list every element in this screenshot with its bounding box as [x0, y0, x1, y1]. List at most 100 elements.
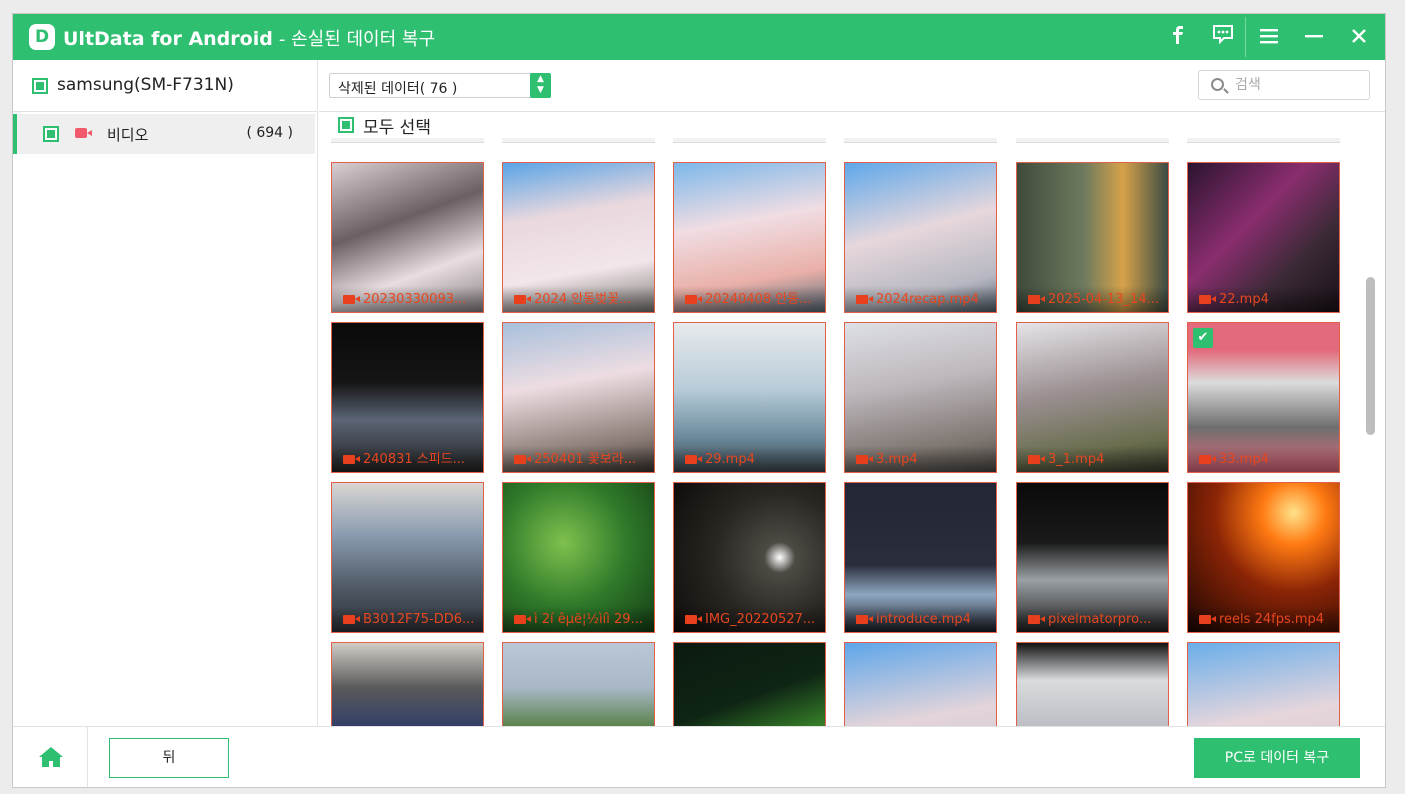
video-icon: [856, 295, 873, 304]
video-thumbnail[interactable]: 3.mp4: [844, 322, 997, 473]
recover-to-pc-button[interactable]: PC로 데이터 복구: [1194, 738, 1360, 778]
file-name: 2024recap.mp4: [876, 292, 979, 307]
video-thumbnail[interactable]: 22.mp4: [1187, 162, 1340, 313]
minimize-icon[interactable]: [1299, 22, 1329, 52]
video-icon: [514, 615, 531, 624]
video-thumbnail[interactable]: introduce.mp4: [844, 482, 997, 633]
content-toolbar: 삭제된 데이터( 76 ) ▲ ▼: [319, 60, 1385, 112]
video-thumbnail[interactable]: 2024 안동벚꽃...: [502, 162, 655, 313]
tile-edge: [331, 138, 484, 143]
device-name: samsung(SM-F731N): [57, 75, 234, 95]
file-name: 3_1.mp4: [1048, 452, 1105, 467]
sidebar-item-video[interactable]: 비디오 ( 694 ): [13, 114, 315, 154]
video-thumbnail[interactable]: 240831 스피드...: [331, 322, 484, 473]
video-thumbnail[interactable]: [502, 642, 655, 726]
video-icon: [343, 455, 360, 464]
file-name: 29.mp4: [705, 452, 755, 467]
tile-edge: [673, 138, 826, 143]
app-title: UltData for Android - 손실된 데이터 복구: [63, 25, 435, 51]
home-button[interactable]: [13, 727, 88, 787]
video-thumbnail[interactable]: IMG_20220527...: [673, 482, 826, 633]
file-name: 240831 스피드...: [363, 452, 466, 467]
tile-edge: [502, 138, 655, 143]
thumbnail-caption: 22.mp4: [1188, 286, 1339, 312]
video-thumbnail[interactable]: 20230330093...: [331, 162, 484, 313]
device-row[interactable]: samsung(SM-F731N): [13, 60, 318, 112]
video-icon: [343, 295, 360, 304]
app-logo-icon: D: [29, 24, 55, 50]
search-icon: [1211, 78, 1224, 91]
thumbnail-caption: introduce.mp4: [845, 606, 996, 632]
scrollbar-thumb[interactable]: [1366, 277, 1375, 435]
thumbnail-caption: 240831 스피드...: [332, 446, 483, 472]
video-icon: [1028, 455, 1045, 464]
thumbnail-caption: 3_1.mp4: [1017, 446, 1168, 472]
chevron-updown-icon[interactable]: ▲ ▼: [530, 73, 551, 98]
video-thumbnail[interactable]: 29.mp4: [673, 322, 826, 473]
video-thumbnail[interactable]: reels 24fps.mp4: [1187, 482, 1340, 633]
video-icon: [1199, 615, 1216, 624]
video-icon: [685, 295, 702, 304]
video-icon: [343, 615, 360, 624]
thumbnail-caption: 2024 안동벚꽃...: [503, 286, 654, 312]
thumbnail-caption: 3.mp4: [845, 446, 996, 472]
video-icon: [1028, 615, 1045, 624]
video-icon: [1199, 295, 1216, 304]
video-thumbnail[interactable]: [331, 642, 484, 726]
file-name: B3012F75-DD6...: [363, 612, 475, 627]
feedback-icon[interactable]: [1208, 22, 1238, 52]
bottom-bar: 뒤 PC로 데이터 복구: [13, 726, 1385, 787]
data-filter-select[interactable]: 삭제된 데이터( 76 ) ▲ ▼: [329, 73, 551, 98]
video-camera-icon: [75, 128, 92, 138]
video-thumbnail[interactable]: B3012F75-DD6...: [331, 482, 484, 633]
file-name: 33.mp4: [1219, 452, 1269, 467]
file-name: 20230330093...: [363, 292, 467, 307]
thumbnail-caption: 20230330093...: [332, 286, 483, 312]
back-button[interactable]: 뒤: [109, 738, 229, 778]
title-bar: D UltData for Android - 손실된 데이터 복구: [13, 14, 1385, 60]
select-all-checkbox[interactable]: [338, 117, 354, 133]
video-thumbnail[interactable]: 2025-04-13_14...: [1016, 162, 1169, 313]
video-thumbnail[interactable]: pixelmatorpro...: [1016, 482, 1169, 633]
facebook-icon[interactable]: [1163, 22, 1193, 52]
video-icon: [514, 455, 531, 464]
video-icon: [1028, 295, 1045, 304]
thumbnail-caption: 2025-04-13_14...: [1017, 286, 1168, 312]
thumbnail-caption: 29.mp4: [674, 446, 825, 472]
video-thumbnail[interactable]: [673, 642, 826, 726]
close-icon[interactable]: [1344, 22, 1374, 52]
check-icon[interactable]: ✔: [1193, 328, 1213, 348]
video-category-checkbox[interactable]: [43, 126, 59, 142]
thumbnail-caption: ì 2í êµë¦½ìíì 29...: [503, 606, 654, 632]
video-thumbnail[interactable]: [844, 642, 997, 726]
video-thumbnail[interactable]: [1016, 642, 1169, 726]
file-name: introduce.mp4: [876, 612, 971, 627]
scrollbar-track[interactable]: [1365, 144, 1375, 726]
video-thumbnail[interactable]: ì 2í êµë¦½ìíì 29...: [502, 482, 655, 633]
thumbnail-caption: IMG_20220527...: [674, 606, 825, 632]
video-icon: [856, 455, 873, 464]
video-thumbnail[interactable]: 20240408 안동...: [673, 162, 826, 313]
file-name: ì 2í êµë¦½ìíì 29...: [534, 612, 643, 627]
search-box[interactable]: [1198, 70, 1370, 100]
video-thumbnail[interactable]: [1187, 642, 1340, 726]
video-icon: [514, 295, 531, 304]
video-thumbnail[interactable]: ✔ 33.mp4: [1187, 322, 1340, 473]
video-thumbnail[interactable]: 2024recap.mp4: [844, 162, 997, 313]
menu-icon[interactable]: [1254, 22, 1284, 52]
file-name: IMG_20220527...: [705, 612, 816, 627]
file-name: 22.mp4: [1219, 292, 1269, 307]
app-subtitle: - 손실된 데이터 복구: [278, 29, 435, 50]
thumbnail-caption: 250401 꽃보라...: [503, 446, 654, 472]
video-icon: [685, 615, 702, 624]
file-name: 2025-04-13_14...: [1048, 292, 1159, 307]
select-all-row[interactable]: 모두 선택: [319, 112, 1369, 138]
video-thumbnail[interactable]: 3_1.mp4: [1016, 322, 1169, 473]
search-input[interactable]: [1235, 74, 1365, 96]
filter-value: 삭제된 데이터( 76 ): [338, 81, 458, 97]
home-icon: [39, 747, 63, 767]
file-name: 20240408 안동...: [705, 292, 812, 307]
device-checkbox[interactable]: [32, 78, 48, 94]
video-thumbnail[interactable]: 250401 꽃보라...: [502, 322, 655, 473]
tile-edge: [1187, 138, 1340, 143]
